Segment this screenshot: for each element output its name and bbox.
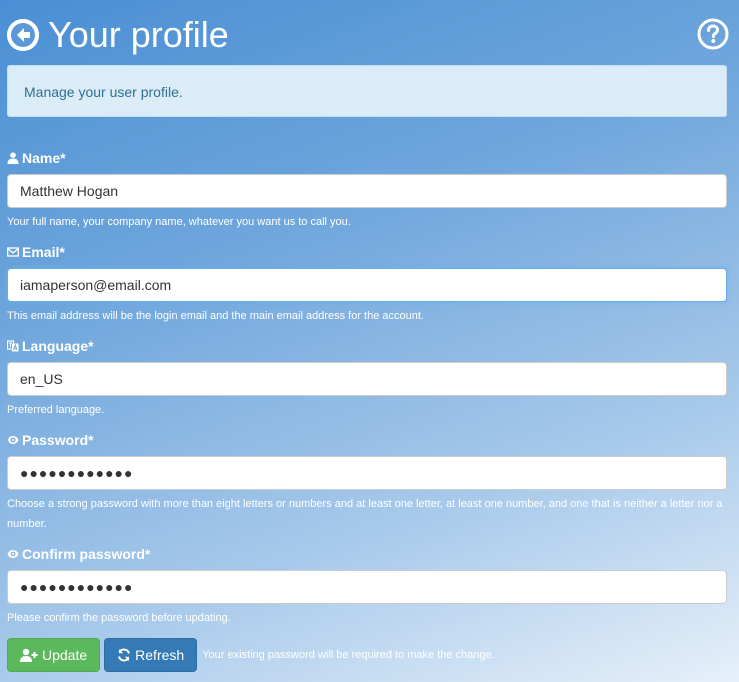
name-field-group: Name* Your full name, your company name,… xyxy=(7,150,727,232)
page-title: Your profile xyxy=(48,14,229,55)
refresh-button-label: Refresh xyxy=(135,647,185,663)
confirm-password-label: Confirm password* xyxy=(7,546,727,562)
language-label: Language* xyxy=(7,338,727,354)
confirm-password-field-group: Confirm password* Please confirm the pas… xyxy=(7,546,727,628)
confirm-password-label-text: Confirm password* xyxy=(22,546,151,562)
email-label: Email* xyxy=(7,244,727,260)
info-text: Manage your user profile. xyxy=(24,84,183,100)
email-field-group: Email* This email address will be the lo… xyxy=(7,244,727,326)
actions-note: Your existing password will be required … xyxy=(202,649,495,661)
email-label-text: Email* xyxy=(22,244,65,260)
help-button[interactable] xyxy=(697,18,729,50)
page-header: Your profile xyxy=(7,14,229,56)
form-actions: Update Refresh Your existing password wi… xyxy=(7,638,495,672)
language-field-group: Language* Preferred language. xyxy=(7,338,727,420)
question-circle-icon xyxy=(697,18,729,50)
refresh-icon xyxy=(118,648,131,662)
language-help-text: Preferred language. xyxy=(7,404,105,416)
language-input[interactable] xyxy=(7,362,727,396)
user-plus-icon xyxy=(20,648,38,662)
name-help-text: Your full name, your company name, whate… xyxy=(7,216,351,228)
confirm-password-help-text: Please confirm the password before updat… xyxy=(7,612,231,624)
password-label: Password* xyxy=(7,432,727,448)
language-icon xyxy=(7,340,19,352)
arrow-left-icon xyxy=(7,19,39,51)
name-input[interactable] xyxy=(7,174,727,208)
back-button[interactable] xyxy=(7,19,39,51)
eye-icon xyxy=(7,550,19,558)
update-button[interactable]: Update xyxy=(7,638,101,672)
refresh-button[interactable]: Refresh xyxy=(104,638,198,672)
password-input[interactable] xyxy=(7,456,727,490)
envelope-icon xyxy=(7,247,19,257)
update-button-label: Update xyxy=(42,647,88,663)
language-label-text: Language* xyxy=(22,338,94,354)
user-icon xyxy=(7,152,19,164)
password-help-text: Choose a strong password with more than … xyxy=(7,498,723,530)
password-field-group: Password* Choose a strong password with … xyxy=(7,432,727,534)
name-label: Name* xyxy=(7,150,727,166)
email-help-text: This email address will be the login ema… xyxy=(7,310,424,322)
info-alert: Manage your user profile. xyxy=(7,65,727,117)
password-label-text: Password* xyxy=(22,432,94,448)
email-input[interactable] xyxy=(7,268,727,302)
eye-icon xyxy=(7,436,19,444)
name-label-text: Name* xyxy=(22,150,66,166)
confirm-password-input[interactable] xyxy=(7,570,727,604)
